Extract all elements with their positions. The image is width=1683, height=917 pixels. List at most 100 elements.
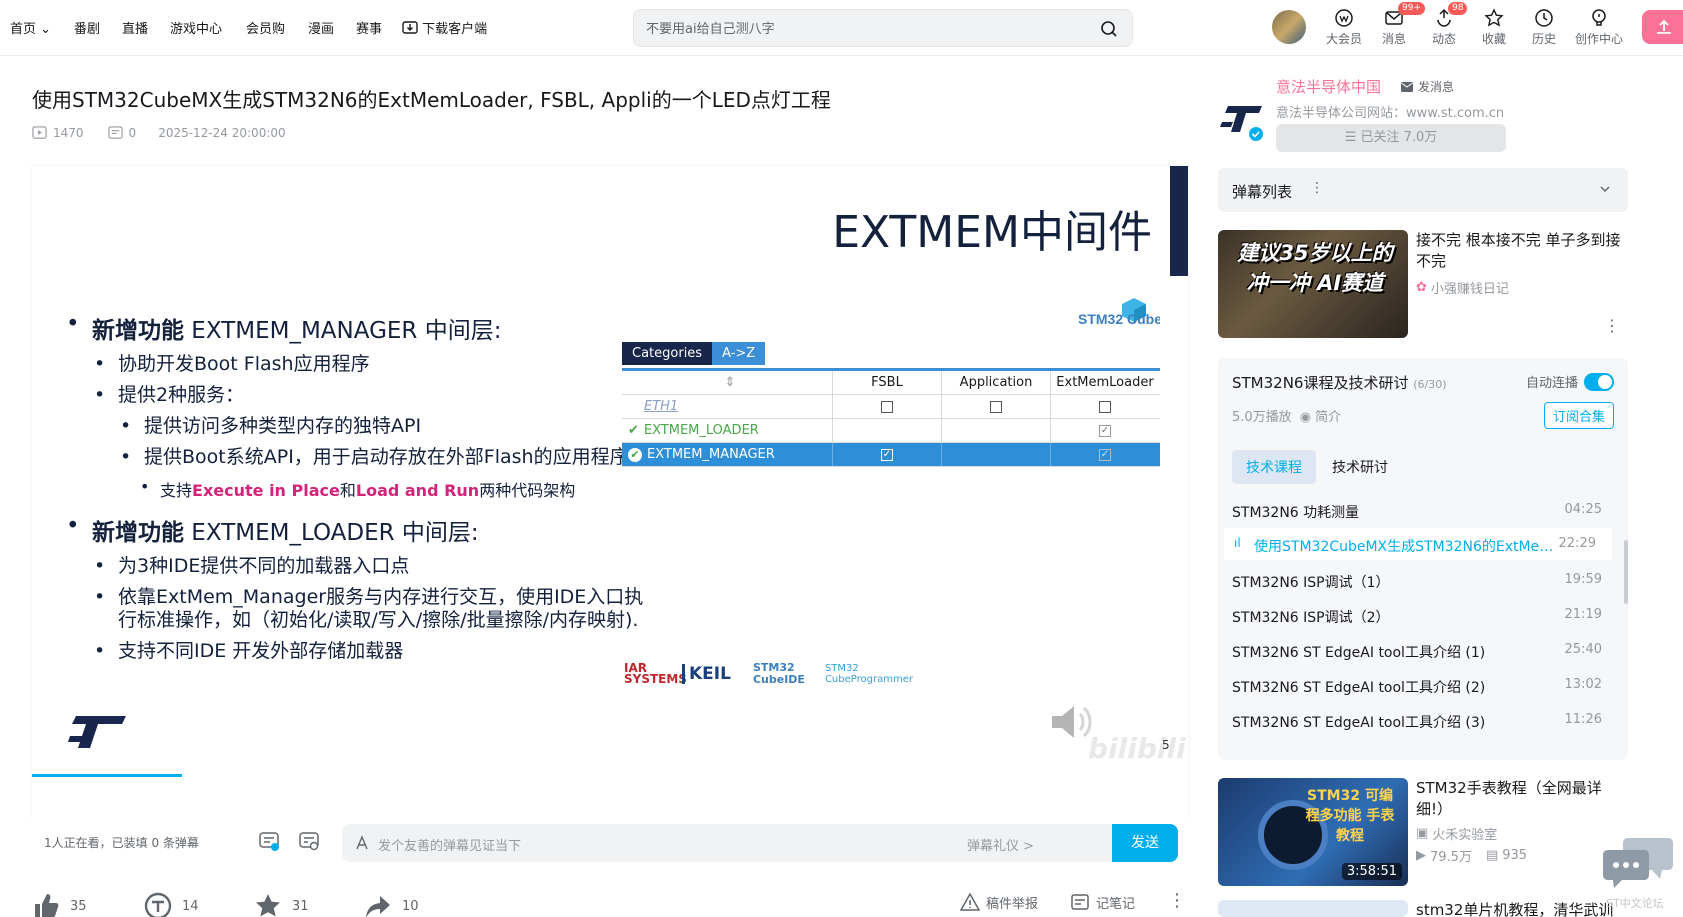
nav-creator[interactable]: 创作中心 (1574, 8, 1624, 47)
search-input[interactable] (646, 19, 1086, 39)
nav-game-center[interactable]: 游戏中心 (170, 18, 222, 37)
like-button[interactable]: 35 (32, 892, 87, 917)
font-style-icon[interactable] (354, 835, 370, 851)
ide-logos: IAR SYSTEMS KEIL STM32 CubeIDE STM32 Cub… (624, 661, 913, 686)
col-application: Application (941, 371, 1050, 394)
video-title[interactable]: 接不完 根本接不完 单子多到接不完 (1416, 230, 1626, 272)
playlist-item[interactable]: STM32N6 ISP调试（2） 21:19 (1218, 599, 1618, 631)
nav-home[interactable]: 首页 ⌄ (10, 18, 51, 37)
nav-history[interactable]: 历史 (1522, 8, 1566, 47)
upload-button[interactable] (1642, 10, 1683, 44)
danmaku-toggle-icon[interactable] (258, 830, 280, 852)
danmaku-list-panel[interactable]: 弹幕列表 ⋮ (1218, 168, 1628, 212)
search-box (633, 9, 1133, 47)
video-title[interactable]: stm32单片机教程，清华武训 (1416, 900, 1626, 917)
playlist-scrollbar[interactable] (1624, 540, 1628, 604)
nav-match[interactable]: 赛事 (356, 18, 382, 37)
playlist-item[interactable]: STM32N6 ISP调试（1） 19:59 (1218, 564, 1618, 596)
star-icon (256, 894, 280, 917)
search-icon[interactable] (1100, 20, 1118, 38)
tab-tech-course[interactable]: 技术课程 (1232, 450, 1316, 484)
tab-tech-seminar[interactable]: 技术研讨 (1318, 450, 1402, 484)
report-button[interactable]: 稿件举报 (960, 892, 1038, 912)
recommend-video[interactable]: 建议35岁以上的 冲一冲 AI赛道 接不完 根本接不完 单子多到接不完 ✿ 小强赚… (1218, 230, 1628, 338)
toggle-switch[interactable] (1584, 372, 1614, 391)
uploader-name[interactable]: 意法半导体中国 (1276, 76, 1381, 97)
slide-accent-bar (1170, 166, 1188, 276)
star-icon (1484, 8, 1504, 27)
more-icon[interactable]: ⋮ (1310, 180, 1324, 196)
bullet: 支持Execute in Place和Load and Run两种代码架构 (66, 477, 646, 501)
playlist-item[interactable]: STM32N6 ST EdgeAI tool工具介绍 (1) 25:40 (1218, 634, 1618, 666)
video-thumbnail[interactable] (1218, 900, 1408, 917)
uploader-avatar[interactable] (1218, 96, 1266, 144)
nav-vip[interactable]: 大会员 (1322, 8, 1366, 47)
danmaku-bar: 1人正在看，已装填 0 条弹幕 发个友善的弹幕见证当下 弹幕礼仪 > 发送 (32, 818, 1188, 866)
slide-bullets: 新增功能 EXTMEM_MANAGER 中间层: 协助开发Boot Flash应… (66, 311, 646, 671)
video-author[interactable]: ✿ 小强赚钱日记 (1416, 278, 1509, 297)
checkbox-checked: ✓ (1099, 424, 1111, 437)
video-title[interactable]: STM32手表教程（全网最详细!） (1416, 778, 1626, 820)
playlist-item[interactable]: STM32N6 ST EdgeAI tool工具介绍 (2) 13:02 (1218, 669, 1618, 701)
playlist-item[interactable]: STM32N6 功耗测量 04:25 (1218, 494, 1618, 526)
upload-icon (1657, 19, 1671, 34)
progress-bar[interactable] (32, 774, 182, 777)
cubeprogrammer-logo: STM32 CubeProgrammer (824, 663, 913, 685)
playlist-panel: STM32N6课程及技术研讨 (6/30) 自动连播 5.0万播放 ◉ 简介 订… (1218, 358, 1628, 760)
send-button[interactable]: 发送 (1112, 824, 1178, 862)
recommend-video[interactable]: STM32 可编程多功能 手表教程 3:58:51 STM32手表教程（全网最详… (1218, 778, 1628, 886)
send-message-button[interactable]: 发消息 (1400, 78, 1454, 95)
tab-categories[interactable]: Categories (622, 342, 713, 365)
danmaku-settings-icon[interactable] (298, 830, 320, 852)
follow-button[interactable]: ☰ 已关注 7.0万 (1276, 124, 1506, 152)
playlist-item[interactable]: STM32N6 ST EdgeAI tool工具介绍 (3) 11:26 (1218, 704, 1618, 736)
iar-logo: IAR SYSTEMS (624, 661, 687, 686)
bilibili-watermark: bilibili (1088, 732, 1186, 765)
table-header: ⇕ FSBL Application ExtMemLoader (622, 371, 1160, 395)
coin-button[interactable]: 14 (144, 892, 199, 917)
tab-az[interactable]: A->Z (712, 342, 766, 365)
video-duration: 3:58:51 (1341, 863, 1402, 880)
playlist-item-current[interactable]: ıl使用STM32CubeMX生成STM32N6的ExtMemLoader, F… (1224, 528, 1612, 560)
nav-download[interactable]: 下载客户端 (402, 18, 487, 37)
bullet: 提供2种服务： (66, 384, 646, 407)
forum-chat-icon[interactable] (1602, 832, 1674, 894)
more-icon[interactable]: ⋮ (1168, 890, 1186, 911)
nav-live[interactable]: 直播 (122, 18, 148, 37)
nav-anime[interactable]: 番剧 (74, 18, 100, 37)
chevron-down-icon[interactable] (1598, 182, 1612, 196)
play-count-icon: ▶ (1416, 848, 1426, 863)
share-button[interactable]: 10 (364, 892, 419, 917)
intro-link[interactable]: ◉ 简介 (1300, 406, 1342, 425)
nav-favorites[interactable]: 收藏 (1472, 8, 1516, 47)
video-thumbnail[interactable]: 建议35岁以上的 冲一冲 AI赛道 (1218, 230, 1408, 338)
video-player[interactable]: EXTMEM中间件 新增功能 EXTMEM_MANAGER 中间层: 协助开发B… (32, 166, 1188, 818)
video-author[interactable]: ▣ 火禾实验室 (1416, 824, 1497, 843)
col-extmemloader: ExtMemLoader (1050, 371, 1159, 394)
user-avatar[interactable] (1272, 10, 1306, 44)
nav-dynamic[interactable]: 98 动态 (1422, 2, 1468, 47)
checkbox (1099, 400, 1111, 413)
danmaku-etiquette-link[interactable]: 弹幕礼仪 > (967, 835, 1034, 854)
more-icon[interactable]: ⋮ (1604, 316, 1620, 335)
playlist-title[interactable]: STM32N6课程及技术研讨 (6/30) (1232, 372, 1447, 393)
subscribe-collection-button[interactable]: 订阅合集 (1543, 402, 1614, 429)
table-row: ETH1 (622, 395, 1160, 419)
danmaku-input[interactable]: 发个友善的弹幕见证当下 弹幕礼仪 > (342, 824, 1112, 862)
nav-message[interactable]: 99+ 消息 (1372, 2, 1425, 47)
nav-shop[interactable]: 会员购 (246, 18, 285, 37)
table-tabs: Categories A->Z (622, 342, 766, 365)
recommend-video[interactable]: stm32单片机教程，清华武训 (1218, 900, 1628, 917)
autoplay-toggle[interactable]: 自动连播 (1526, 372, 1614, 391)
bullet-section-1: 新增功能 EXTMEM_MANAGER 中间层: (66, 311, 646, 345)
mail-icon (1401, 81, 1413, 92)
keil-logo: KEIL (682, 664, 731, 684)
favorite-button[interactable]: 31 (254, 892, 309, 917)
check-icon: ✔ (628, 423, 639, 438)
chevron-down-icon: ⌄ (40, 22, 52, 37)
note-button[interactable]: 记笔记 (1070, 892, 1135, 912)
nav-manga[interactable]: 漫画 (308, 18, 334, 37)
video-stats: ▶ 79.5万 ▤ 935 (1416, 848, 1528, 865)
checkbox-checked: ✓ (1099, 448, 1111, 461)
video-thumbnail[interactable]: STM32 可编程多功能 手表教程 3:58:51 (1218, 778, 1408, 886)
